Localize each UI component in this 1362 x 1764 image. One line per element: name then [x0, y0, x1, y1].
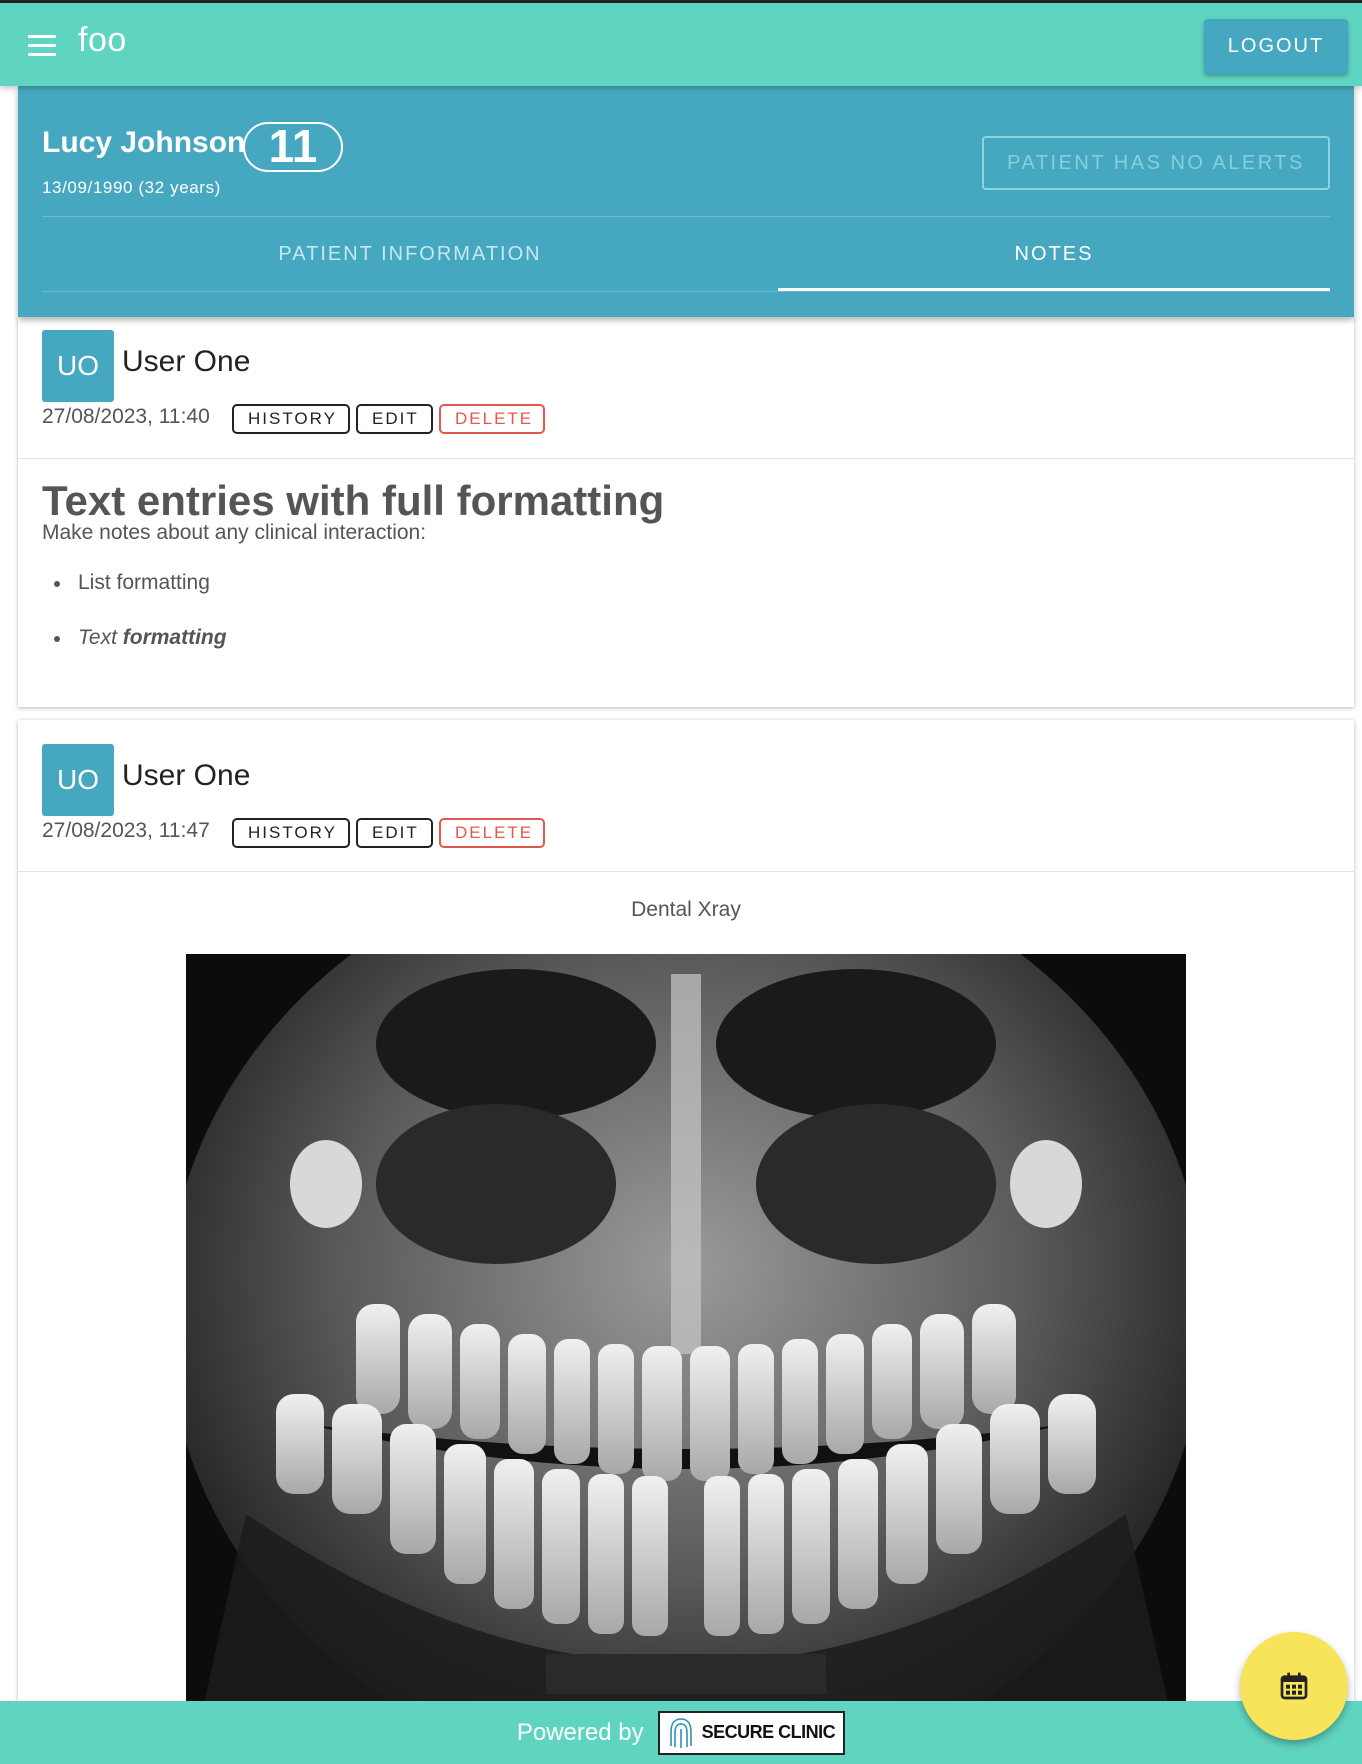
image-caption: Dental Xray: [631, 898, 741, 921]
patient-dob: 13/09/1990 (32 years): [42, 178, 221, 197]
footer: Powered by SECURE CLINIC: [0, 1701, 1362, 1764]
delete-button[interactable]: DELETE: [439, 404, 545, 434]
italic-text: Text: [78, 626, 117, 649]
fingerprint-icon: [669, 1717, 692, 1748]
xray-illustration: [186, 954, 1186, 1764]
avatar: UO: [42, 744, 114, 816]
note-timestamp: 27/08/2023, 11:47: [42, 819, 210, 842]
secure-clinic-logo[interactable]: SECURE CLINIC: [657, 1710, 846, 1755]
edit-button[interactable]: EDIT: [356, 404, 433, 434]
note-header: UO User One 27/08/2023, 11:47 HISTORY ED…: [18, 720, 1354, 872]
dental-xray-image[interactable]: [186, 954, 1186, 1764]
note-heading: Text entries with full formatting: [42, 477, 665, 524]
note-card: UO User One 27/08/2023, 11:47 HISTORY ED…: [18, 720, 1354, 1764]
note-author: User One: [122, 345, 251, 378]
patient-tabs: PATIENT INFORMATION NOTES: [42, 216, 1330, 292]
hamburger-menu-icon[interactable]: [24, 29, 60, 61]
powered-by-text: Powered by: [516, 1718, 644, 1746]
top-app-bar: foo LOGOUT: [0, 0, 1362, 86]
tab-patient-information[interactable]: PATIENT INFORMATION: [42, 217, 778, 291]
logout-button[interactable]: LOGOUT: [1204, 19, 1348, 74]
calendar-icon: [1280, 1672, 1308, 1700]
note-list: List formatting Text formatting: [54, 571, 227, 681]
note-intro: Make notes about any clinical interactio…: [42, 521, 427, 544]
avatar: UO: [42, 330, 114, 402]
delete-button[interactable]: DELETE: [439, 818, 545, 848]
patient-name: Lucy Johnson: [42, 126, 246, 159]
list-item: List formatting: [54, 571, 227, 595]
note-timestamp: 27/08/2023, 11:40: [42, 405, 210, 428]
history-button[interactable]: HISTORY: [232, 818, 350, 848]
patient-alerts-button[interactable]: PATIENT HAS NO ALERTS: [982, 136, 1330, 190]
note-actions: HISTORY EDIT DELETE: [232, 404, 545, 434]
note-card: UO User One 27/08/2023, 11:40 HISTORY ED…: [18, 317, 1354, 707]
note-actions: HISTORY EDIT DELETE: [232, 818, 545, 848]
list-item: Text formatting: [54, 626, 227, 650]
brand-name: SECURE CLINIC: [701, 1722, 836, 1742]
note-header: UO User One 27/08/2023, 11:40 HISTORY ED…: [18, 317, 1354, 459]
note-author: User One: [122, 759, 251, 792]
bold-italic-text: formatting: [122, 626, 227, 649]
history-button[interactable]: HISTORY: [232, 404, 350, 434]
edit-button[interactable]: EDIT: [356, 818, 433, 848]
tab-notes[interactable]: NOTES: [778, 217, 1330, 291]
calendar-fab-button[interactable]: [1240, 1632, 1348, 1740]
app-title: foo: [78, 21, 127, 59]
patient-header: Lucy Johnson 11 13/09/1990 (32 years) PA…: [18, 86, 1354, 317]
patient-number-badge: 11: [243, 122, 343, 172]
